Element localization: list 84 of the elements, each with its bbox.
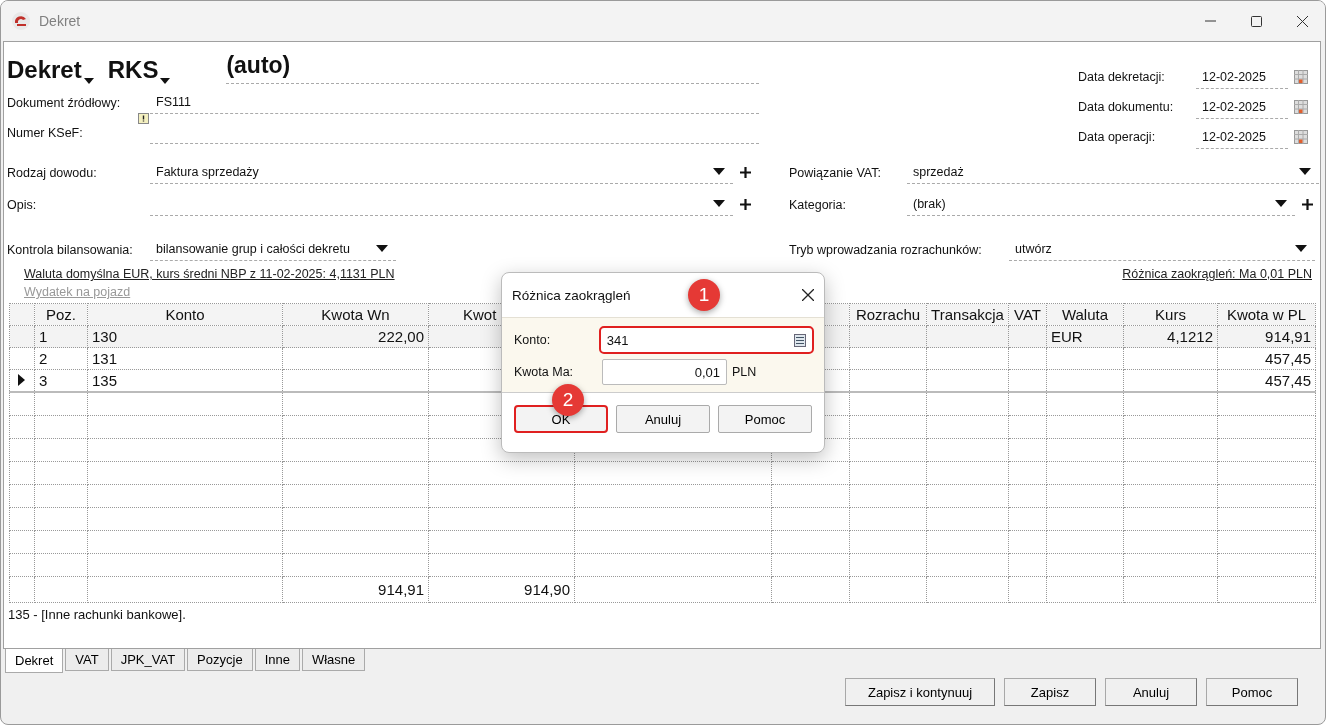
minimize-icon[interactable] <box>1204 20 1216 22</box>
table-cell: 131 <box>87 347 283 370</box>
plus-icon[interactable] <box>739 166 751 178</box>
dropdown-field[interactable]: sprzedaż <box>907 161 1319 184</box>
column-header: Konto <box>87 303 283 326</box>
tab[interactable]: Pozycje <box>187 649 253 671</box>
form-button[interactable]: Anuluj <box>1105 678 1197 706</box>
column-header: Rozrachu <box>849 303 927 326</box>
warning-icon <box>138 113 149 124</box>
date-field[interactable]: 12-02-2025 <box>1196 95 1288 119</box>
table-cell: 222,00 <box>282 325 429 348</box>
table-cell: 1 <box>34 325 88 348</box>
dropdown-field[interactable]: utwórz <box>1009 238 1315 261</box>
rounding-link[interactable]: Różnica zaokrągleń: Ma 0,01 PLN <box>1122 267 1312 281</box>
caret-icon <box>83 78 94 84</box>
account-field[interactable]: 341 <box>598 326 814 354</box>
field-label: Konto: <box>514 333 552 347</box>
source-document-field[interactable]: FS111 <box>150 91 759 114</box>
dialog-button[interactable]: Pomoc <box>718 405 812 433</box>
dropdown-arrow-icon[interactable] <box>1299 167 1311 175</box>
document-number: (auto) <box>226 52 759 84</box>
plus-icon[interactable] <box>1301 198 1313 210</box>
column-header: Kwota Wn <box>282 303 429 326</box>
table-cell: 135 <box>87 369 283 392</box>
date-field[interactable]: 12-02-2025 <box>1196 125 1288 149</box>
table-cell: 130 <box>87 325 283 348</box>
maximize-icon[interactable] <box>1250 15 1262 27</box>
column-header: Kurs <box>1123 303 1218 326</box>
form-button[interactable]: Zapisz <box>1004 678 1096 706</box>
step-badge: 1 <box>688 279 720 311</box>
close-icon[interactable] <box>1296 15 1308 27</box>
dropdown-arrow-icon[interactable] <box>1275 199 1287 207</box>
form-button[interactable]: Pomoc <box>1206 678 1298 706</box>
calendar-icon[interactable] <box>1294 100 1308 114</box>
field-label: Tryb wprowadzania rozrachunków: <box>789 243 983 259</box>
dropdown-field[interactable]: Faktura sprzedaży <box>150 161 733 184</box>
total-cell: 914,90 <box>428 576 575 603</box>
dropdown-arrow-icon[interactable] <box>376 244 388 252</box>
field-label: Data dokumentu: <box>1078 100 1175 114</box>
field-label: Rodzaj dowodu: <box>7 166 98 182</box>
dropdown-arrow-icon[interactable] <box>713 167 725 175</box>
field-label: Numer KSeF: <box>7 126 84 142</box>
tab[interactable]: VAT <box>65 649 109 671</box>
plus-icon[interactable] <box>739 198 751 210</box>
close-icon[interactable] <box>802 289 814 301</box>
list-icon[interactable] <box>794 333 806 347</box>
total-cell: 914,91 <box>282 576 429 603</box>
table-cell: EUR <box>1046 325 1124 348</box>
column-header: VAT <box>1008 303 1047 326</box>
register-selector[interactable]: RKS <box>107 56 159 84</box>
field-label: Kategoria: <box>789 198 847 214</box>
tab[interactable]: Dekret <box>5 649 64 673</box>
tab[interactable]: Własne <box>301 649 366 671</box>
column-header: Poz. <box>34 303 88 326</box>
calendar-icon[interactable] <box>1294 70 1308 84</box>
caret-icon <box>160 78 171 84</box>
dialog-button[interactable]: Anuluj <box>616 405 710 433</box>
field-label: Data operacji: <box>1078 130 1157 144</box>
column-header: Waluta <box>1046 303 1124 326</box>
column-header: Kwota w PL <box>1217 303 1316 326</box>
date-field[interactable]: 12-02-2025 <box>1196 65 1288 89</box>
field-label: Opis: <box>7 198 38 214</box>
app-logo-icon <box>11 11 31 31</box>
document-type-selector[interactable]: Dekret <box>7 56 82 84</box>
field-label: Dokument źródłowy: <box>7 96 122 112</box>
tab[interactable]: Inne <box>254 649 300 671</box>
column-header: Transakcja <box>926 303 1009 326</box>
dropdown-arrow-icon[interactable] <box>713 199 725 207</box>
currency-link[interactable]: Waluta domyślna EUR, kurs średni NBP z 11-02-2025: 4,1131 PLN <box>24 267 395 281</box>
window-title: Dekret <box>39 13 81 29</box>
form-button[interactable]: Zapisz i kontynuuj <box>845 678 995 706</box>
dialog-button[interactable]: OK <box>514 405 608 433</box>
dialog-title: Różnica zaokrągleń <box>512 287 631 303</box>
field-label: Data dekretacji: <box>1078 70 1166 84</box>
row-marker-icon <box>18 374 25 386</box>
field-label: Kontrola bilansowania: <box>7 243 134 259</box>
dropdown-field[interactable]: bilansowanie grup i całości dekretu <box>150 238 396 261</box>
dropdown-arrow-icon[interactable] <box>1295 244 1307 252</box>
tab[interactable]: JPK_VAT <box>110 649 186 671</box>
field-label: Powiązanie VAT: <box>789 166 882 182</box>
status-message: 135 - [Inne rachunki bankowe]. <box>7 606 187 624</box>
amount-field[interactable]: 0,01 <box>602 359 727 385</box>
calendar-icon[interactable] <box>1294 130 1308 144</box>
dropdown-field[interactable]: (brak) <box>907 193 1295 216</box>
